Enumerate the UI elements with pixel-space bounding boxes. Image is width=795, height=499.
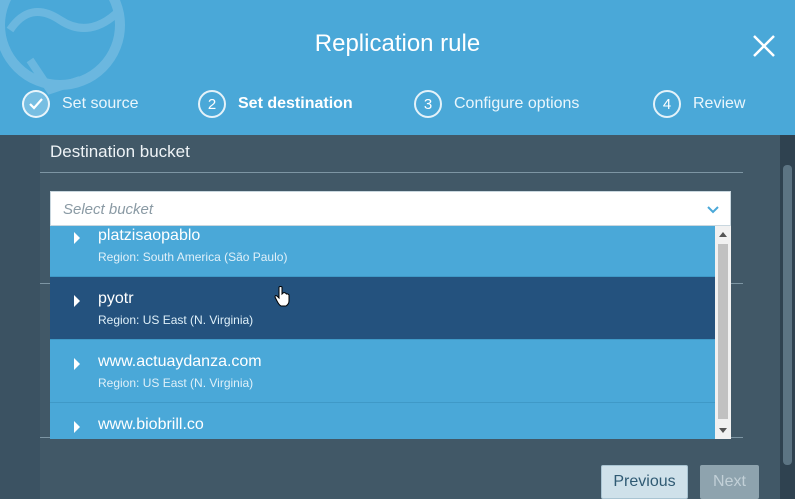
bucket-option-platzisaopablo[interactable]: platzisaopablo Region: South America (Sã…	[50, 226, 715, 277]
scroll-down-icon[interactable]	[719, 428, 727, 433]
page-scrollbar[interactable]	[780, 135, 795, 499]
destination-bucket-label: Destination bucket	[50, 142, 190, 161]
bucket-dropdown-list: platzisaopablo Region: South America (Sã…	[50, 226, 731, 439]
caret-right-icon	[74, 295, 80, 307]
bucket-name: pyotr	[98, 290, 134, 307]
caret-right-icon	[74, 421, 80, 433]
caret-right-icon	[74, 232, 80, 244]
scroll-up-icon[interactable]	[719, 232, 727, 237]
bucket-region: Region: US East (N. Virginia)	[98, 376, 254, 390]
step-label: Review	[693, 95, 746, 112]
bucket-option-biobrill[interactable]: www.biobrill.co	[50, 403, 715, 439]
next-button[interactable]: Next	[700, 465, 759, 499]
step-label: Configure options	[454, 95, 580, 112]
bucket-option-actuaydanza[interactable]: www.actuaydanza.com Region: US East (N. …	[50, 340, 715, 403]
step-label: Set source	[62, 95, 139, 112]
step-number: 4	[653, 90, 681, 118]
dialog-title: Replication rule	[314, 30, 481, 57]
step-configure-options[interactable]: 3 Configure options	[414, 88, 579, 120]
caret-right-icon	[74, 358, 80, 370]
page-scroll-thumb[interactable]	[783, 165, 792, 465]
step-set-source[interactable]: Set source	[22, 88, 138, 120]
wizard-steps: Set source 2 Set destination 3 Configure…	[0, 88, 795, 124]
divider	[40, 172, 743, 173]
bucket-select[interactable]: Select bucket	[50, 191, 731, 226]
scroll-thumb[interactable]	[718, 244, 728, 419]
step-set-destination[interactable]: 2 Set destination	[198, 88, 353, 120]
bucket-name: platzisaopablo	[98, 227, 201, 244]
bucket-name: www.actuaydanza.com	[98, 353, 262, 370]
mouse-pointer-icon	[274, 286, 290, 307]
select-placeholder: Select bucket	[63, 201, 154, 218]
bucket-option-pyotr[interactable]: pyotr Region: US East (N. Virginia)	[50, 277, 715, 340]
bucket-region: Region: US East (N. Virginia)	[98, 313, 254, 327]
dialog-header: Replication rule Set source 2 Set destin…	[0, 0, 795, 135]
chevron-down-icon	[707, 206, 719, 214]
step-number: 3	[414, 90, 442, 118]
step-label: Set destination	[238, 95, 353, 112]
bucket-name: www.biobrill.co	[98, 416, 204, 433]
dropdown-scrollbar[interactable]	[715, 226, 731, 439]
close-icon[interactable]	[750, 32, 778, 60]
check-icon	[22, 90, 50, 118]
bucket-region: Region: South America (São Paulo)	[98, 250, 288, 264]
step-review[interactable]: 4 Review	[653, 88, 745, 120]
bucket-list: platzisaopablo Region: South America (Sã…	[50, 226, 715, 439]
previous-button[interactable]: Previous	[601, 465, 688, 499]
step-number: 2	[198, 90, 226, 118]
